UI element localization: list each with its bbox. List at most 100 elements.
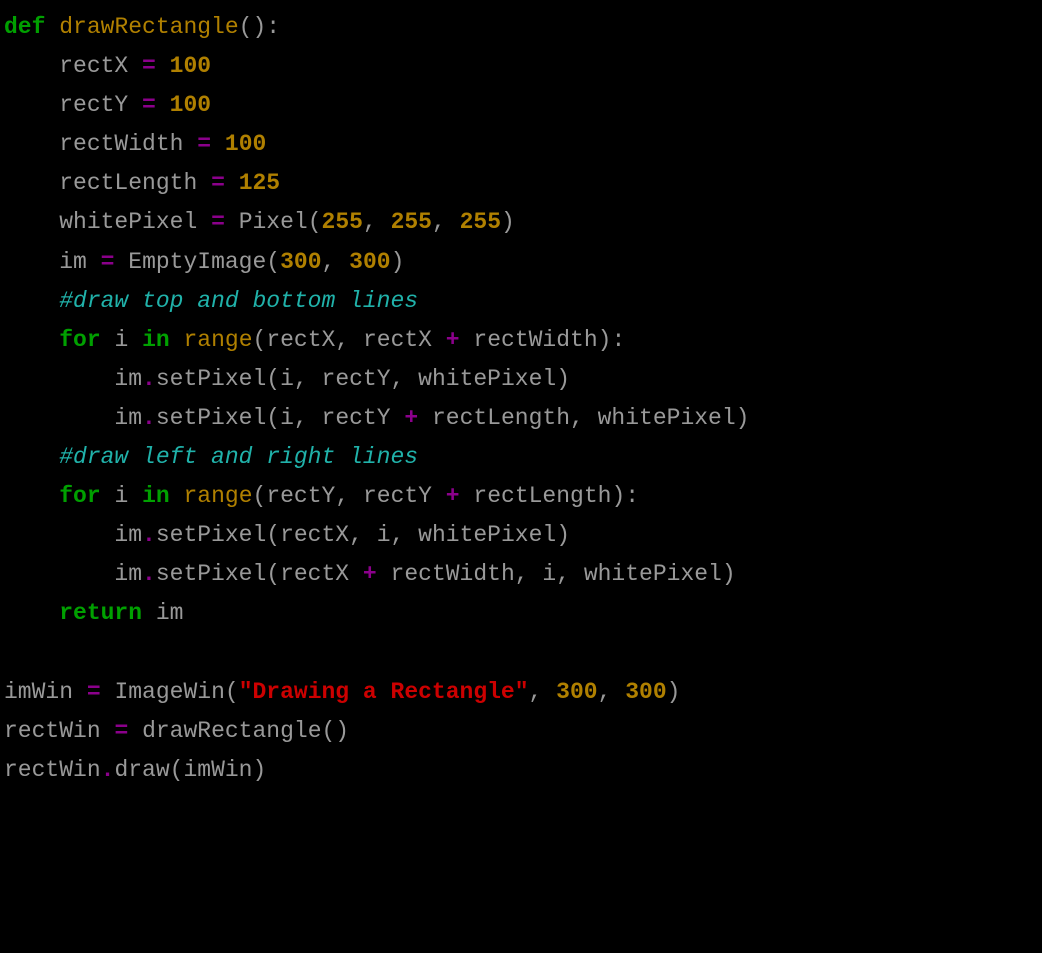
method: setPixel bbox=[156, 522, 266, 548]
operator: = bbox=[211, 209, 225, 235]
identifier: rectX bbox=[363, 327, 432, 353]
code-line: whitePixel = Pixel(255, 255, 255) bbox=[4, 209, 515, 235]
builtin: range bbox=[184, 483, 253, 509]
identifier: rectWidth bbox=[59, 131, 183, 157]
code-line: im.setPixel(rectX, i, whitePixel) bbox=[4, 522, 570, 548]
operator: = bbox=[142, 53, 156, 79]
punct: ) bbox=[556, 522, 570, 548]
identifier: rectWin bbox=[4, 718, 101, 744]
punct: ) bbox=[736, 405, 750, 431]
identifier: im bbox=[114, 366, 142, 392]
operator: = bbox=[114, 718, 128, 744]
punct: , bbox=[322, 249, 336, 275]
call: Pixel bbox=[239, 209, 308, 235]
code-line: imWin = ImageWin("Drawing a Rectangle", … bbox=[4, 679, 680, 705]
code-line: rectWin = drawRectangle() bbox=[4, 718, 349, 744]
punct: , bbox=[529, 679, 543, 705]
code-line: im.setPixel(i, rectY, whitePixel) bbox=[4, 366, 570, 392]
identifier: rectLength bbox=[473, 483, 611, 509]
punct: , bbox=[294, 405, 308, 431]
keyword-for: for bbox=[59, 483, 100, 509]
identifier: im bbox=[114, 561, 142, 587]
operator: = bbox=[101, 249, 115, 275]
operator: . bbox=[142, 366, 156, 392]
punct: ): bbox=[611, 483, 639, 509]
identifier: rectY bbox=[322, 366, 391, 392]
identifier: im bbox=[59, 249, 87, 275]
identifier: rectWin bbox=[4, 757, 101, 783]
punct: , bbox=[515, 561, 529, 587]
punct: ) bbox=[501, 209, 515, 235]
identifier: rectX bbox=[280, 561, 349, 587]
punct: ) bbox=[556, 366, 570, 392]
punct: , bbox=[349, 522, 363, 548]
operator: + bbox=[446, 483, 460, 509]
operator: . bbox=[142, 522, 156, 548]
call: drawRectangle bbox=[142, 718, 321, 744]
code-line: rectLength = 125 bbox=[4, 170, 280, 196]
code-line: for i in range(rectX, rectX + rectWidth)… bbox=[4, 327, 625, 353]
punct: ) bbox=[391, 249, 405, 275]
identifier: rectLength bbox=[432, 405, 570, 431]
code-line: im.setPixel(rectX + rectWidth, i, whiteP… bbox=[4, 561, 736, 587]
code-line: im = EmptyImage(300, 300) bbox=[4, 249, 404, 275]
number: 300 bbox=[556, 679, 597, 705]
punct: , bbox=[294, 366, 308, 392]
identifier: imWin bbox=[4, 679, 73, 705]
number: 300 bbox=[625, 679, 666, 705]
code-line: #draw top and bottom lines bbox=[4, 288, 418, 314]
keyword-in: in bbox=[142, 327, 170, 353]
punct: , bbox=[335, 483, 349, 509]
keyword-return: return bbox=[59, 600, 142, 626]
punct: , bbox=[432, 209, 446, 235]
punct: , bbox=[363, 209, 377, 235]
punct: ) bbox=[667, 679, 681, 705]
punct: ) bbox=[252, 757, 266, 783]
number: 100 bbox=[170, 53, 211, 79]
method: setPixel bbox=[156, 405, 266, 431]
punct: ( bbox=[266, 405, 280, 431]
identifier: rectX bbox=[59, 53, 128, 79]
punct: , bbox=[391, 366, 405, 392]
operator: + bbox=[446, 327, 460, 353]
method: draw bbox=[114, 757, 169, 783]
identifier: rectX bbox=[280, 522, 349, 548]
code-line: im.setPixel(i, rectY + rectLength, white… bbox=[4, 405, 749, 431]
identifier: rectLength bbox=[59, 170, 197, 196]
code-line: rectWidth = 100 bbox=[4, 131, 266, 157]
identifier: rectWidth bbox=[391, 561, 515, 587]
number: 100 bbox=[170, 92, 211, 118]
code-line: for i in range(rectY, rectY + rectLength… bbox=[4, 483, 639, 509]
identifier: rectY bbox=[266, 483, 335, 509]
identifier: im bbox=[114, 405, 142, 431]
method: setPixel bbox=[156, 561, 266, 587]
identifier: i bbox=[280, 366, 294, 392]
identifier: i bbox=[377, 522, 391, 548]
punct: ( bbox=[308, 209, 322, 235]
punct: , bbox=[556, 561, 570, 587]
code-line: def drawRectangle(): bbox=[4, 14, 280, 40]
operator: = bbox=[142, 92, 156, 118]
call: EmptyImage bbox=[128, 249, 266, 275]
string: "Drawing a Rectangle" bbox=[239, 679, 529, 705]
identifier: whitePixel bbox=[584, 561, 722, 587]
punct: ( bbox=[170, 757, 184, 783]
identifier: i bbox=[542, 561, 556, 587]
operator: = bbox=[211, 170, 225, 196]
identifier: rectY bbox=[363, 483, 432, 509]
punct: ( bbox=[253, 327, 267, 353]
number: 100 bbox=[225, 131, 266, 157]
identifier: rectY bbox=[59, 92, 128, 118]
code-line: rectWin.draw(imWin) bbox=[4, 757, 266, 783]
punct: ) bbox=[722, 561, 736, 587]
identifier: rectWidth bbox=[473, 327, 597, 353]
call: ImageWin bbox=[114, 679, 224, 705]
keyword-in: in bbox=[142, 483, 170, 509]
code-block: def drawRectangle(): rectX = 100 rectY =… bbox=[0, 0, 1042, 798]
punct: , bbox=[335, 327, 349, 353]
comment: #draw left and right lines bbox=[59, 444, 418, 470]
identifier: whitePixel bbox=[59, 209, 197, 235]
punct: (): bbox=[239, 14, 280, 40]
identifier: rectX bbox=[266, 327, 335, 353]
punct: ( bbox=[266, 366, 280, 392]
